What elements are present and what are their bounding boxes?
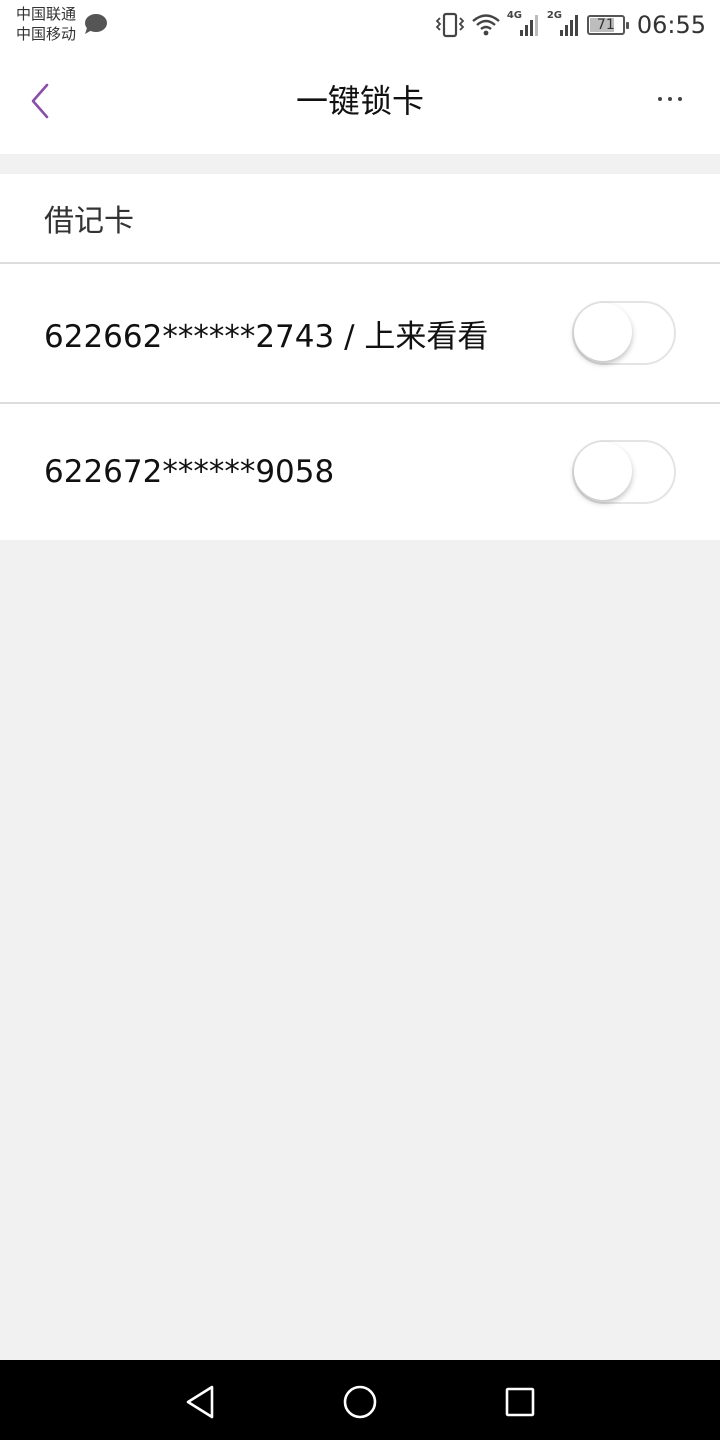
carrier-name-2: 中国移动 (16, 25, 77, 43)
app-header: 一键锁卡 (0, 50, 720, 154)
carrier-info: 中国联通 中国移动 (16, 4, 76, 44)
vibrate-icon (435, 12, 465, 38)
nav-home-button[interactable] (338, 1380, 382, 1424)
card-row: 622672******9058 (0, 402, 720, 540)
status-icons: 4G 2G 71 06:55 (435, 8, 706, 42)
back-triangle-icon (186, 1385, 214, 1419)
section-title: 借记卡 (0, 174, 720, 264)
card-row: 622662******2743 / 上来看看 (0, 264, 720, 402)
nav-back-button[interactable] (178, 1380, 222, 1424)
signal-2g-icon: 2G (547, 10, 581, 38)
battery-level: 71 (596, 17, 615, 33)
card-number-label: 622662******2743 / 上来看看 (44, 318, 489, 355)
system-nav-bar (0, 1360, 720, 1440)
card-number-label: 622672******9058 (44, 454, 335, 490)
signal-4g-icon: 4G (507, 10, 541, 38)
message-icon (85, 14, 107, 34)
home-circle-icon (343, 1385, 377, 1419)
more-button[interactable] (650, 84, 690, 114)
clock: 06:55 (636, 11, 706, 39)
wifi-icon (472, 14, 500, 36)
battery-icon: 71 (586, 15, 629, 35)
lock-card-toggle[interactable] (572, 440, 676, 504)
carrier-name-1: 中国联通 (16, 5, 77, 23)
recents-square-icon (505, 1387, 535, 1417)
toggle-knob (574, 303, 632, 361)
status-bar: 中国联通 中国移动 4G 2G 71 06:55 (0, 0, 720, 50)
page-title: 一键锁卡 (295, 82, 424, 120)
toggle-knob (574, 442, 632, 500)
lock-card-toggle[interactable] (572, 301, 676, 365)
nav-recents-button[interactable] (498, 1380, 542, 1424)
debit-card-section: 借记卡 622662******2743 / 上来看看 622672******… (0, 174, 720, 540)
more-dots-icon (655, 97, 685, 101)
